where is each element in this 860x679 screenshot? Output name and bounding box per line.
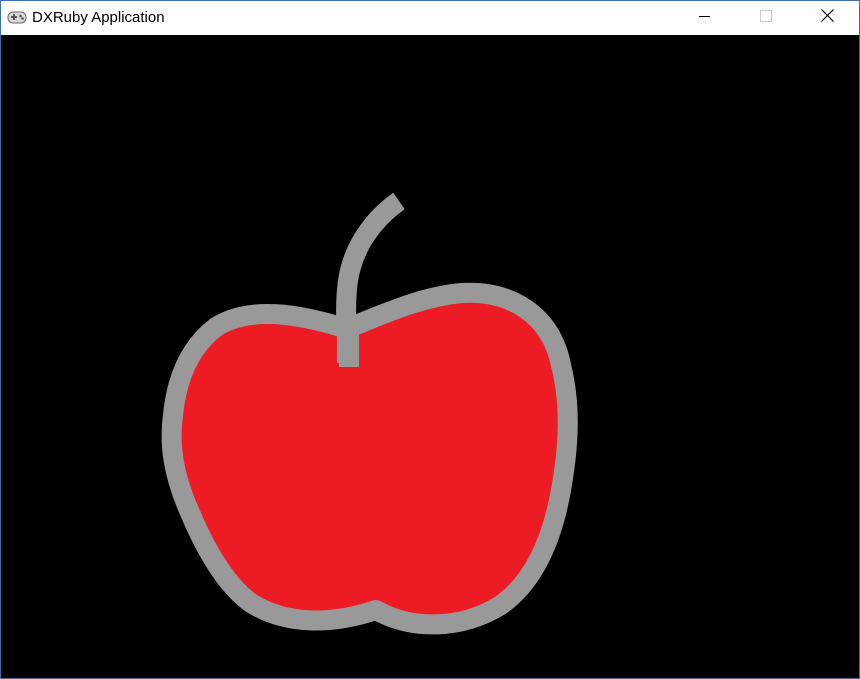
- maximize-button[interactable]: [743, 1, 789, 35]
- maximize-icon: [760, 9, 772, 27]
- gamepad-icon[interactable]: [7, 9, 27, 27]
- stem-notch: [339, 353, 359, 367]
- close-button[interactable]: [804, 1, 850, 35]
- apple-drawing: [161, 192, 578, 635]
- window-title: DXRuby Application: [32, 9, 165, 26]
- minimize-button[interactable]: [682, 1, 728, 35]
- game-canvas[interactable]: [1, 35, 859, 678]
- minimize-icon: [699, 9, 711, 27]
- apple-body: [161, 282, 578, 635]
- close-icon: [820, 9, 834, 27]
- application-window: DXRuby Application: [0, 0, 860, 679]
- title-bar[interactable]: DXRuby Application: [1, 1, 859, 35]
